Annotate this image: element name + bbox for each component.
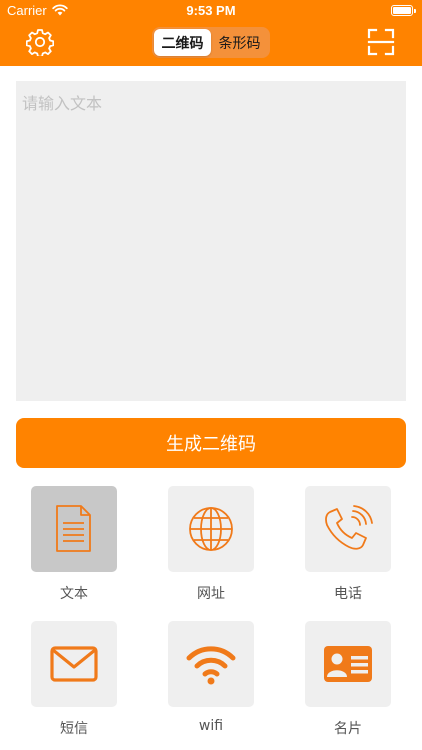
globe-icon [189,507,233,551]
envelope-icon [50,646,98,682]
type-tile-sms[interactable] [31,621,117,707]
type-tile-url[interactable] [168,486,254,572]
status-bar: Carrier 9:53 PM [0,0,422,22]
type-label-phone: 电话 [334,586,362,602]
scan-button[interactable] [366,27,396,57]
text-input-container [16,81,406,401]
type-label-url: 网址 [197,586,225,602]
battery-icon [391,5,416,16]
segment-barcode[interactable]: 条形码 [211,29,268,56]
type-tile-card[interactable] [305,621,391,707]
code-type-segmented-control: 二维码 条形码 [152,27,270,58]
scan-icon [367,28,395,56]
phone-icon [325,505,373,550]
type-tile-phone[interactable] [305,486,391,572]
type-tile-wifi[interactable] [168,621,254,707]
settings-button[interactable] [25,27,55,57]
business-card-icon [324,646,372,682]
segment-qrcode[interactable]: 二维码 [154,29,211,56]
generate-qrcode-button[interactable]: 生成二维码 [16,418,406,468]
type-tile-text[interactable] [31,486,117,572]
gear-icon [26,29,54,56]
type-label-sms: 短信 [60,721,88,737]
wifi-icon [186,646,236,685]
navigation-bar: Carrier 9:53 PM 二维码 条形码 [0,0,422,66]
text-input[interactable] [16,81,406,401]
type-label-text: 文本 [60,586,88,602]
type-label-card: 名片 [334,721,362,737]
status-time: 9:53 PM [186,3,236,18]
type-label-wifi: wifi [198,718,224,734]
document-icon [56,505,91,552]
